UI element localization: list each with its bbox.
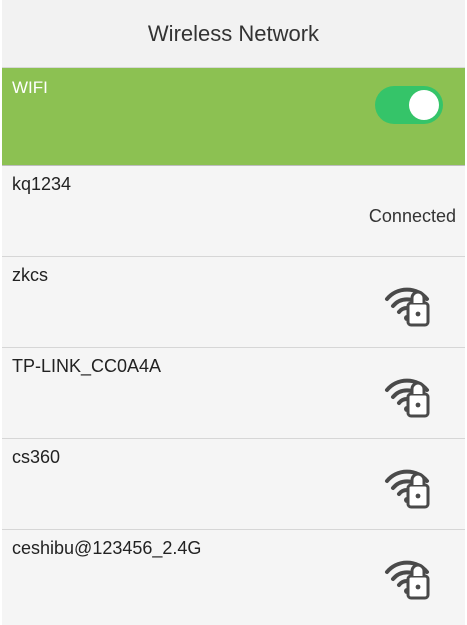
wireless-network-screen: Wireless Network WIFI kq1234 Connected z…	[0, 0, 467, 625]
wifi-lock-icon	[385, 287, 430, 327]
wifi-lock-icon	[385, 469, 430, 509]
page-title: Wireless Network	[147, 20, 320, 46]
network-row-cs360[interactable]: cs360	[2, 439, 465, 530]
wifi-toggle-switch[interactable]	[375, 86, 443, 124]
wifi-label: WIFI	[12, 78, 48, 97]
toggle-knob	[409, 90, 439, 120]
network-ssid: cs360	[12, 447, 61, 467]
network-ssid: kq1234	[12, 174, 72, 194]
network-row-kq1234[interactable]: kq1234 Connected	[2, 166, 465, 257]
header: Wireless Network	[2, 0, 465, 68]
network-ssid: zkcs	[12, 265, 48, 285]
wifi-toggle-row[interactable]: WIFI	[2, 68, 465, 166]
wifi-lock-icon	[385, 378, 430, 418]
network-ssid: TP-LINK_CC0A4A	[12, 356, 162, 376]
network-ssid: ceshibu@123456_2.4G	[12, 538, 202, 558]
connection-status: Connected	[368, 206, 456, 226]
network-row-tp-link[interactable]: TP-LINK_CC0A4A	[2, 348, 465, 439]
network-row-zkcs[interactable]: zkcs	[2, 257, 465, 348]
network-row-ceshibu[interactable]: ceshibu@123456_2.4G	[2, 530, 465, 621]
wifi-lock-icon	[385, 560, 430, 600]
